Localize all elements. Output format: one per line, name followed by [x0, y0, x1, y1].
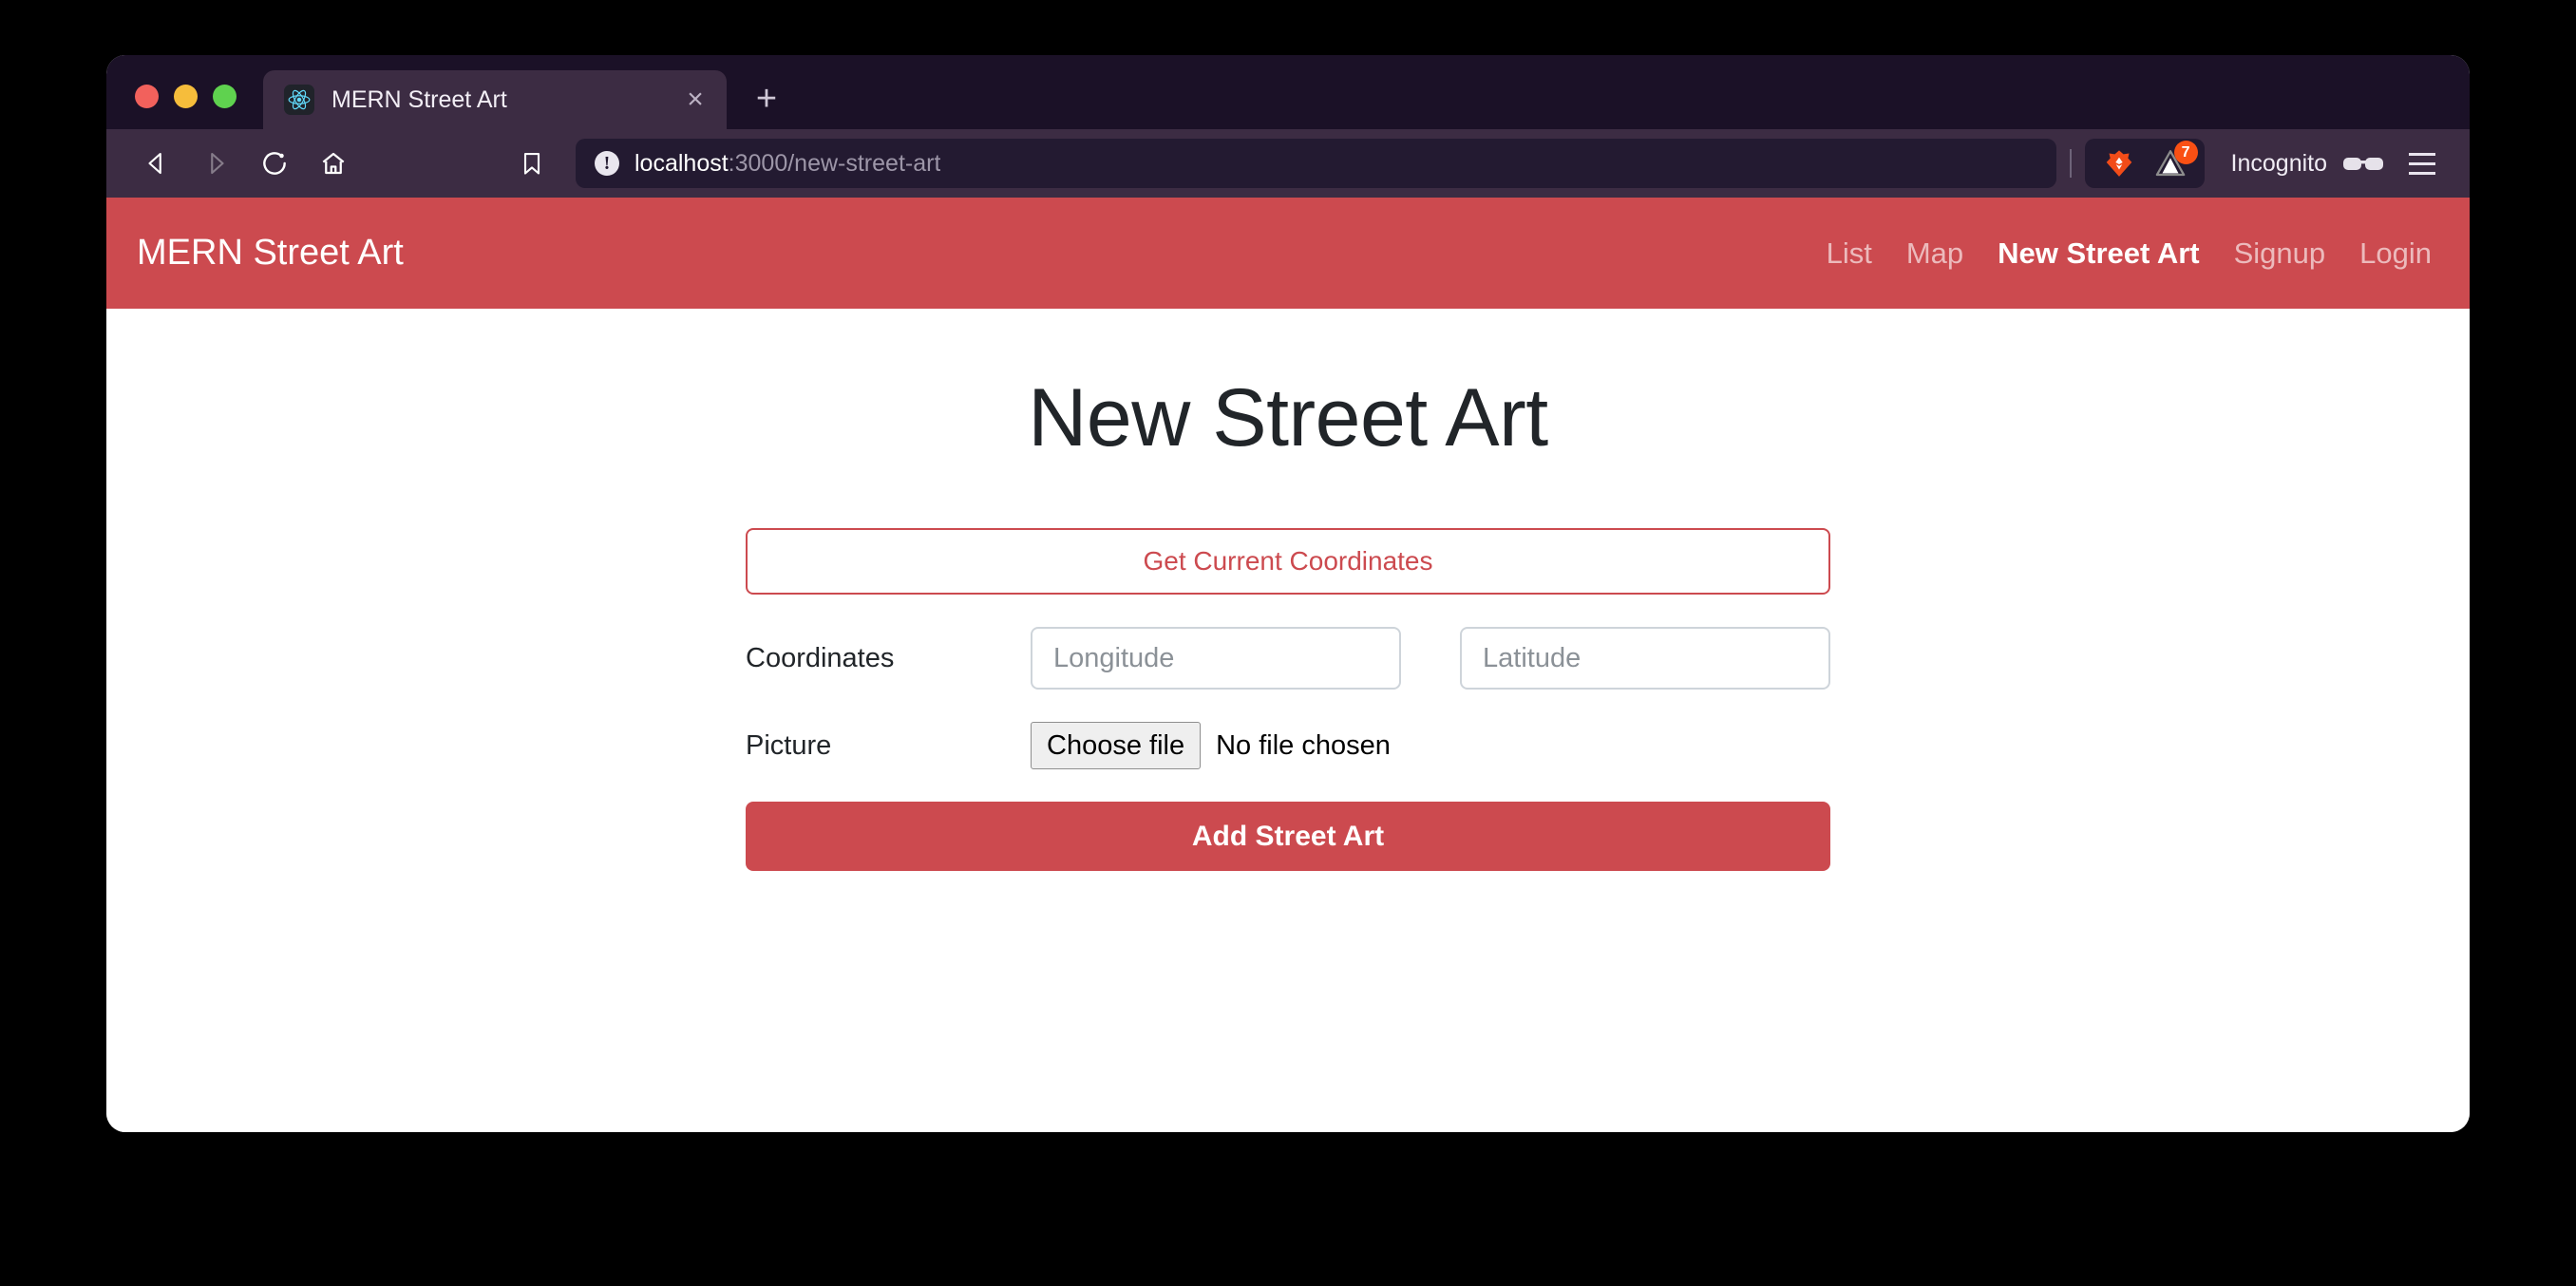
url-path: :3000/new-street-art: [728, 149, 941, 177]
choose-file-button[interactable]: Choose file: [1031, 722, 1202, 769]
picture-file-input[interactable]: Choose file No file chosen: [1031, 722, 1391, 769]
react-icon: [284, 85, 314, 115]
hamburger-menu-icon[interactable]: [2397, 139, 2447, 188]
coordinates-row: Coordinates: [746, 627, 1830, 690]
page-title: New Street Art: [1028, 372, 1548, 463]
reload-icon[interactable]: [245, 134, 304, 193]
site-nav-links: List Map New Street Art Signup Login: [1827, 236, 2432, 271]
nav-link-login[interactable]: Login: [2359, 236, 2432, 271]
browser-window: MERN Street Art × + ! localhost:3000/new…: [106, 55, 2470, 1132]
incognito-label: Incognito: [2230, 149, 2327, 177]
longitude-input[interactable]: [1031, 627, 1401, 690]
nav-link-signup[interactable]: Signup: [2234, 236, 2326, 271]
window-maximize-button[interactable]: [213, 85, 237, 108]
url-bar[interactable]: ! localhost:3000/new-street-art: [576, 139, 2056, 188]
browser-toolbar: ! localhost:3000/new-street-art 7 Incogn…: [106, 129, 2470, 198]
toolbar-divider: [2069, 149, 2072, 178]
glasses-icon: [2342, 151, 2384, 176]
window-traffic-lights: [106, 85, 254, 129]
site-navbar: MERN Street Art List Map New Street Art …: [106, 198, 2470, 309]
browser-tab-title: MERN Street Art: [331, 85, 507, 113]
nav-link-list[interactable]: List: [1827, 236, 1872, 271]
add-street-art-button[interactable]: Add Street Art: [746, 802, 1830, 871]
nav-link-new-street-art[interactable]: New Street Art: [1998, 236, 2199, 271]
get-current-coordinates-button[interactable]: Get Current Coordinates: [746, 528, 1830, 595]
brave-lion-icon[interactable]: [2100, 144, 2138, 182]
no-file-chosen-label: No file chosen: [1216, 729, 1391, 761]
url-text: localhost:3000/new-street-art: [635, 150, 940, 178]
browser-tab-strip: MERN Street Art × +: [106, 55, 2470, 129]
window-minimize-button[interactable]: [174, 85, 198, 108]
home-icon[interactable]: [304, 134, 363, 193]
window-close-button[interactable]: [135, 85, 159, 108]
page-viewport: MERN Street Art List Map New Street Art …: [106, 198, 2470, 1132]
browser-tab[interactable]: MERN Street Art ×: [263, 70, 727, 129]
profile-cluster[interactable]: Incognito: [2205, 150, 2384, 178]
picture-row: Picture Choose file No file chosen: [746, 722, 1830, 769]
extensions-cluster: 7: [2084, 139, 2205, 188]
bookmark-icon[interactable]: [505, 134, 559, 193]
picture-label: Picture: [746, 729, 832, 761]
close-icon[interactable]: ×: [677, 82, 713, 118]
site-info-icon[interactable]: !: [595, 151, 619, 176]
page-main: New Street Art Get Current Coordinates C…: [106, 309, 2470, 871]
new-street-art-form: Get Current Coordinates Coordinates Pict…: [746, 465, 1830, 871]
site-brand[interactable]: MERN Street Art: [137, 233, 404, 274]
forward-icon: [186, 134, 245, 193]
url-host: localhost: [635, 149, 729, 177]
back-icon[interactable]: [127, 134, 186, 193]
brave-shields-icon[interactable]: 7: [2151, 141, 2198, 182]
latitude-input[interactable]: [1460, 627, 1830, 690]
coordinates-label: Coordinates: [746, 642, 895, 673]
shields-badge: 7: [2173, 141, 2198, 164]
new-tab-button[interactable]: +: [740, 72, 793, 125]
nav-link-map[interactable]: Map: [1906, 236, 1963, 271]
